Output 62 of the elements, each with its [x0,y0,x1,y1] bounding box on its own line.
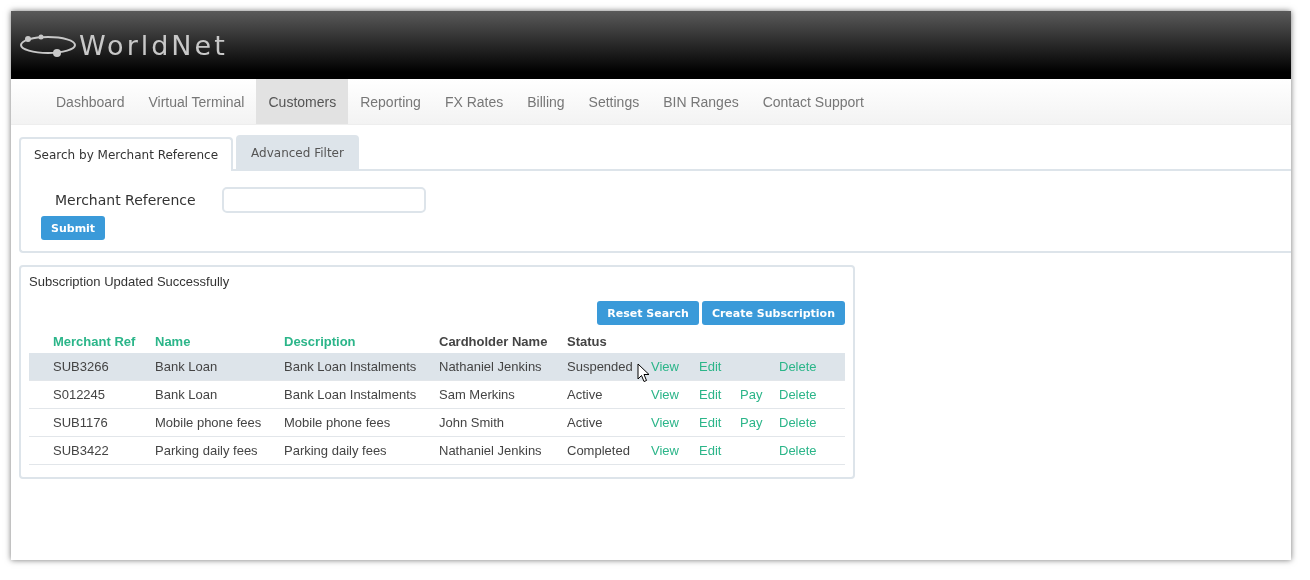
nav-tab[interactable]: Virtual Terminal [136,79,257,124]
reset-search-button[interactable]: Reset Search [597,301,699,325]
table-cell: Active [567,415,603,430]
table-cell: SUB3422 [53,443,109,458]
column-header: Status [567,334,607,349]
pay-link[interactable]: Pay [740,415,763,430]
status-message: Subscription Updated Successfully [29,274,231,289]
column-header[interactable]: Merchant Ref [53,334,136,349]
table-cell: Mobile phone fees [155,415,262,430]
view-link[interactable]: View [651,415,679,430]
delete-link[interactable]: Delete [779,443,817,458]
logo-text: WorldNet [79,31,228,59]
pay-link[interactable]: Pay [740,387,763,402]
column-header[interactable]: Description [284,334,356,349]
view-link[interactable]: View [651,387,679,402]
table-cell: Bank Loan Instalments [284,387,417,402]
table-cell: John Smith [439,415,505,430]
nav-tab[interactable]: BIN Ranges [651,79,751,124]
table-cell: Sam Merkins [439,387,515,402]
table-cell: Suspended [567,359,633,374]
search-tab[interactable]: Search by Merchant Reference [19,137,234,171]
table-cell: Mobile phone fees [284,415,391,430]
search-tab[interactable]: Advanced Filter [236,135,359,169]
view-link[interactable]: View [651,443,679,458]
merchant-reference-field[interactable] [221,187,426,213]
edit-link[interactable]: Edit [699,415,722,430]
nav-tab[interactable]: Customers [256,79,349,124]
view-link[interactable]: View [651,359,679,374]
table-cell: Completed [567,443,630,458]
mouse-cursor-icon [637,363,650,383]
table-cell: S012245 [53,387,106,402]
nav-tab[interactable]: FX Rates [432,79,516,124]
nav-tab[interactable]: Settings [576,79,652,124]
column-header: Cardholder Name [439,334,548,349]
table-cell: SUB1176 [53,415,108,430]
table-row[interactable]: SUB1176 Mobile phone fees Mobile phone fees John Smith Active View Edit Pay Delete [29,409,845,437]
edit-link[interactable]: Edit [699,443,722,458]
field-label: Merchant Reference [55,192,196,208]
nav-tab[interactable]: Reporting [348,79,433,124]
edit-link[interactable]: Edit [699,387,722,402]
edit-link[interactable]: Edit [699,359,722,374]
submit-button[interactable]: Submit [41,216,106,240]
table-cell: Bank Loan [155,359,218,374]
delete-link[interactable]: Delete [779,387,817,402]
column-header[interactable]: Name [155,334,191,349]
create-subscription-button[interactable]: Create Subscription [701,301,845,325]
table-cell: Bank Loan Instalments [284,359,417,374]
nav-tab[interactable]: Billing [515,79,577,124]
table-cell: Nathaniel Jenkins [439,359,542,374]
nav-tab[interactable]: Contact Support [750,79,876,124]
table-row[interactable]: S012245 Bank Loan Bank Loan Instalments Sam Merkins Active View Edit Pay Delete [29,381,845,409]
table-cell: Nathaniel Jenkins [439,443,542,458]
table-row[interactable]: SUB3266 Bank Loan Bank Loan Instalments Nathaniel Jenkins Suspended View Edit Delete [29,353,845,381]
table-cell: SUB3266 [53,359,109,374]
table-cell: Bank Loan [155,387,218,402]
table-cell: Parking daily fees [155,443,258,458]
delete-link[interactable]: Delete [779,415,817,430]
nav-tab[interactable]: Dashboard [44,79,137,124]
delete-link[interactable]: Delete [779,359,817,374]
table-cell: Parking daily fees [284,443,387,458]
table-row[interactable]: SUB3422 Parking daily fees Parking daily fees Nathaniel Jenkins Completed View Edit Delete [29,437,845,465]
table-cell: Active [567,387,603,402]
